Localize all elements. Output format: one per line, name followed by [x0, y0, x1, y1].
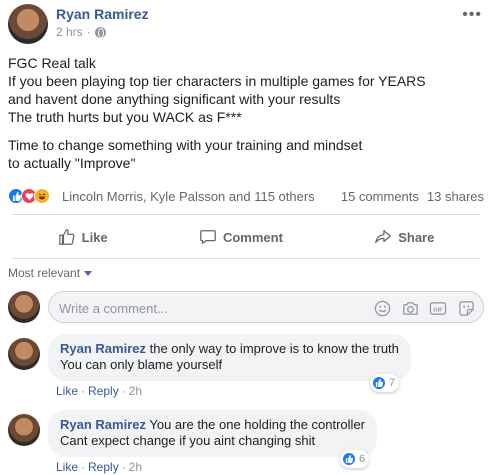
- meta-separator: ·: [121, 460, 126, 474]
- comment-input[interactable]: [59, 298, 359, 318]
- comment-like-link[interactable]: Like: [56, 460, 78, 474]
- reaction-icons[interactable]: [8, 188, 50, 204]
- comment-time[interactable]: 2h: [129, 460, 142, 474]
- reactions-summary: Lincoln Morris, Kyle Palsson and 115 oth…: [8, 188, 484, 206]
- more-options-icon[interactable]: •••: [462, 6, 482, 24]
- comment-sort-dropdown[interactable]: Most relevant: [8, 266, 93, 280]
- comment-reply-link[interactable]: Reply: [88, 460, 119, 474]
- like-button[interactable]: Like: [58, 222, 108, 252]
- post-text: FGC Real talk If you been playing top ti…: [8, 54, 484, 172]
- engagement-counts: 15 comments 13 shares: [341, 189, 484, 204]
- sticker-icon[interactable]: [457, 299, 475, 317]
- post-meta: 2 hrs ·: [56, 25, 106, 39]
- comment-composer: GIF: [8, 290, 484, 324]
- comment-reaction-count: 6: [359, 453, 366, 465]
- commenter-avatar[interactable]: [8, 338, 40, 370]
- thumbs-up-icon: [58, 229, 75, 245]
- shares-count[interactable]: 13 shares: [427, 189, 484, 204]
- divider: [12, 258, 480, 259]
- comment-author[interactable]: Ryan Ramirez: [60, 341, 146, 356]
- meta-separator: ·: [121, 384, 126, 398]
- current-user-avatar[interactable]: [8, 291, 40, 323]
- comment-icon: [200, 230, 216, 244]
- haha-icon: [34, 188, 50, 204]
- comment-item: Ryan Ramirez the only way to improve is …: [8, 334, 484, 400]
- comments-count[interactable]: 15 comments: [341, 189, 419, 204]
- meta-separator: ·: [81, 460, 86, 474]
- globe-icon: [94, 26, 106, 38]
- comment-reaction-badge[interactable]: 6: [340, 450, 370, 468]
- meta-separator: ·: [81, 384, 86, 398]
- comment-label: Comment: [222, 229, 283, 245]
- author-avatar[interactable]: [8, 4, 48, 44]
- post-author-name[interactable]: Ryan Ramirez: [56, 6, 149, 22]
- comment-input-box[interactable]: GIF: [48, 291, 484, 323]
- emoji-icon[interactable]: [373, 299, 391, 317]
- commenter-avatar[interactable]: [8, 414, 40, 446]
- post-header: Ryan Ramirez 2 hrs · •••: [8, 4, 484, 44]
- comment-meta: Like · Reply · 2h: [56, 384, 142, 398]
- comment-reply-link[interactable]: Reply: [88, 384, 119, 398]
- share-button[interactable]: Share: [374, 222, 434, 252]
- reactors-text[interactable]: Lincoln Morris, Kyle Palsson and 115 oth…: [62, 189, 315, 204]
- comment-bubble: Ryan Ramirez You are the one holding the…: [48, 410, 377, 457]
- comment-item: Ryan Ramirez You are the one holding the…: [8, 410, 484, 475]
- sort-label: Most relevant: [8, 266, 81, 280]
- camera-icon[interactable]: [401, 299, 419, 317]
- like-icon: [372, 376, 386, 390]
- composer-icons: GIF: [373, 299, 475, 317]
- comment-button[interactable]: Comment: [199, 222, 283, 252]
- comment-author[interactable]: Ryan Ramirez: [60, 417, 146, 432]
- comment-meta: Like · Reply · 2h: [56, 460, 142, 474]
- comment-time[interactable]: 2h: [129, 384, 142, 398]
- gif-icon[interactable]: GIF: [429, 299, 447, 317]
- comment-bubble: Ryan Ramirez the only way to improve is …: [48, 334, 411, 381]
- post-paragraph: FGC Real talk If you been playing top ti…: [8, 55, 426, 125]
- post-timestamp[interactable]: 2 hrs: [56, 25, 83, 39]
- comment-reaction-badge[interactable]: 7: [370, 374, 400, 392]
- post-action-bar: Like Comment Share: [12, 222, 480, 252]
- comment-reaction-count: 7: [389, 377, 396, 389]
- divider: [12, 214, 480, 215]
- share-label: Share: [398, 229, 435, 245]
- caret-down-icon: [84, 270, 93, 276]
- like-label: Like: [81, 229, 108, 245]
- share-icon: [375, 230, 392, 244]
- comment-like-link[interactable]: Like: [56, 384, 78, 398]
- gif-icon-text: GIF: [433, 307, 443, 313]
- post-paragraph: Time to change something with your train…: [8, 137, 363, 171]
- like-icon: [342, 452, 356, 466]
- meta-separator: ·: [86, 25, 91, 39]
